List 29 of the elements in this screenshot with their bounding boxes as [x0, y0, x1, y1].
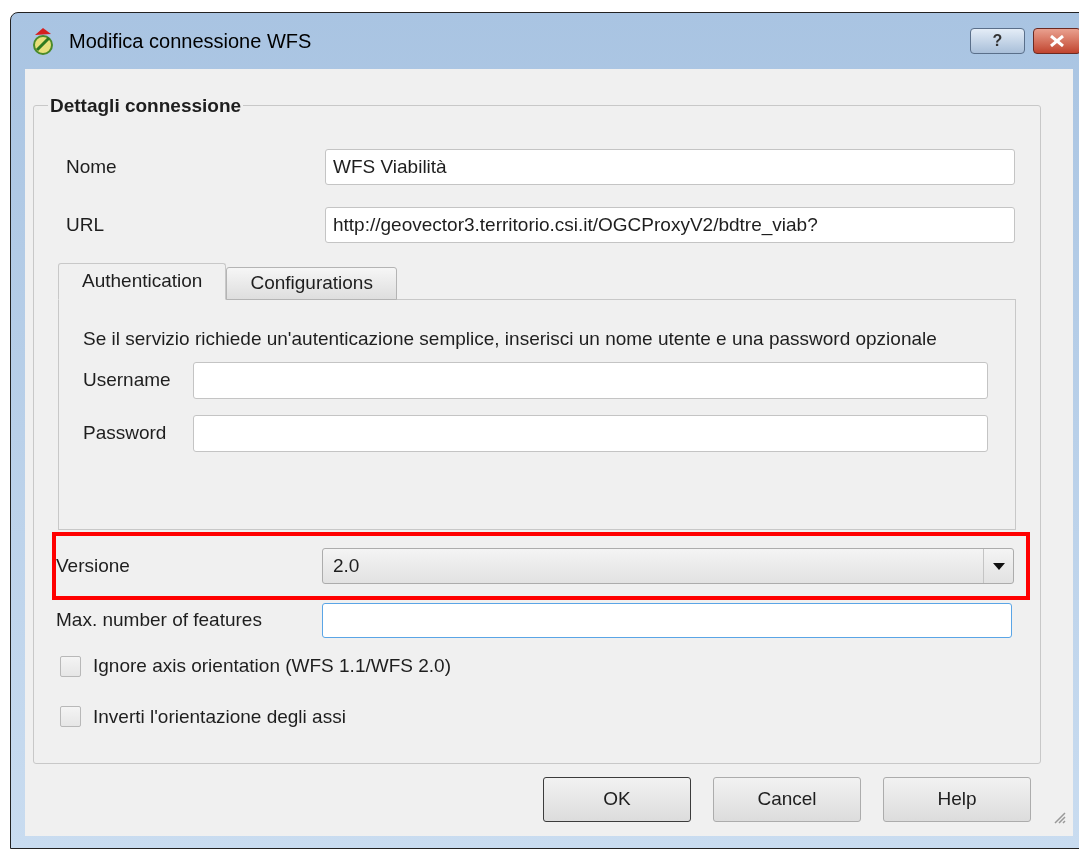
checkbox[interactable]	[60, 706, 81, 728]
field-label: Versione	[56, 553, 131, 578]
dropdown-value: 2.0	[332, 553, 361, 578]
dialog-button[interactable]: Help	[883, 777, 1031, 822]
version-dropdown[interactable]: 2.0	[322, 548, 1014, 584]
tab[interactable]: Configurations	[226, 267, 397, 300]
description-text: Se il servizio richiede un'autenticazione semplice, inserisci un nome utente e una password opzionale	[83, 327, 938, 351]
field-label: Username	[83, 368, 172, 393]
text-field[interactable]	[322, 602, 1012, 638]
field-label: URL	[65, 212, 105, 237]
text-field[interactable]: WFS Viabilità	[325, 149, 1015, 185]
close-icon	[1049, 35, 1065, 47]
text-field[interactable]: http://geovector3.territorio.csi.it/OGCProxyV2/bdtre_viab?	[325, 207, 1015, 243]
field-label: Max. number of features	[56, 607, 263, 632]
checkbox[interactable]	[60, 655, 81, 677]
help-button[interactable]: ?	[970, 28, 1025, 54]
dialog-button[interactable]: OK	[543, 777, 691, 822]
close-button[interactable]	[1033, 28, 1079, 54]
field-label: Nome	[65, 154, 118, 179]
window-title: Modifica connessione WFS	[69, 29, 312, 54]
text-field[interactable]	[193, 362, 988, 399]
resize-grip-icon	[1052, 810, 1066, 824]
field-label: Password	[83, 421, 168, 446]
checkbox-label: Inverti l'orientazione degli assi	[93, 704, 346, 729]
dialog-button[interactable]: Cancel	[713, 777, 861, 822]
tab[interactable]: Authentication	[58, 263, 227, 300]
dropdown-arrow-icon	[992, 562, 1005, 570]
text-field[interactable]	[193, 415, 988, 452]
checkbox-label: Ignore axis orientation (WFS 1.1/WFS 2.0)	[93, 654, 451, 678]
